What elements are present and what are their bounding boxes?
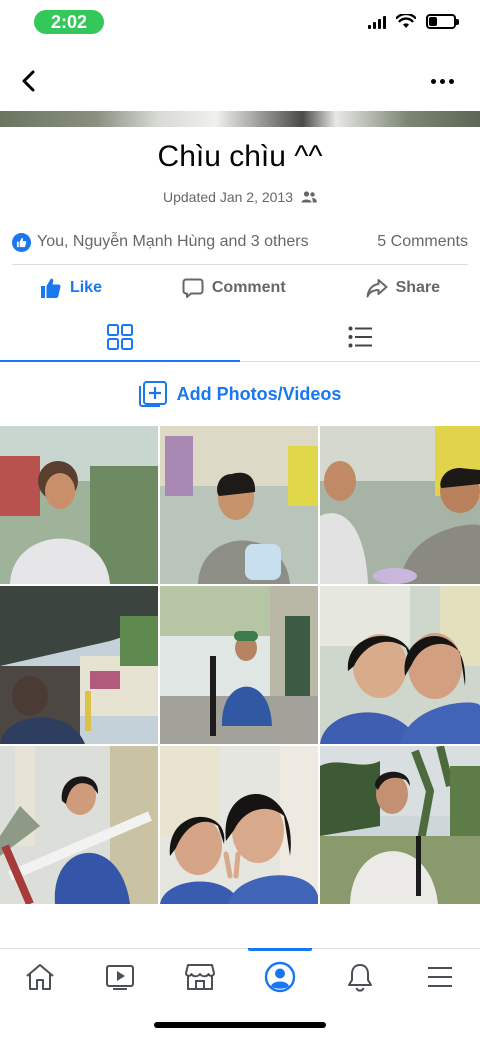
share-icon: [366, 279, 388, 298]
tab-menu[interactable]: [400, 949, 480, 1004]
hamburger-menu-icon: [428, 966, 452, 987]
photo-man-in-white-shirt[interactable]: [320, 746, 480, 904]
list-view-icon: [348, 326, 372, 347]
bell-icon: [348, 963, 372, 992]
reactions-summary[interactable]: You, Nguyễn Mạnh Hùng and 3 others 5 Com…: [12, 230, 468, 254]
tab-home[interactable]: [0, 949, 80, 1004]
view-mode-tabs: [0, 312, 480, 362]
add-media-icon: [138, 381, 167, 407]
photo-two-girls-selfie[interactable]: [320, 586, 480, 744]
friends-privacy-icon: [301, 191, 317, 203]
status-time: 2:02: [34, 10, 104, 34]
comment-label: Comment: [211, 279, 286, 296]
more-dots-icon: [430, 78, 436, 84]
divider: [12, 264, 468, 265]
tab-profile[interactable]: [240, 948, 320, 1004]
photo-boy-with-kettle[interactable]: [160, 426, 318, 584]
cellular-signal-icon: [368, 15, 386, 29]
photo-boy-eating-at-cafe[interactable]: [0, 426, 158, 584]
add-photos-videos-button[interactable]: Add Photos/Videos: [0, 378, 480, 410]
storefront-icon: [185, 963, 215, 990]
post-actions: Like Comment Share: [0, 266, 480, 310]
grid-view-icon: [107, 323, 133, 350]
photo-boys-at-table[interactable]: [320, 426, 480, 584]
like-label: Like: [69, 279, 102, 296]
album-cover-strip: [0, 111, 480, 127]
photo-grid: [0, 426, 480, 904]
home-indicator: [154, 1022, 326, 1028]
profile-icon: [264, 961, 296, 992]
tab-grid-view[interactable]: [0, 312, 240, 362]
tab-notifications[interactable]: [320, 949, 400, 1004]
album-meta: Updated Jan 2, 2013: [0, 189, 480, 205]
comment-icon: [182, 278, 204, 298]
like-reaction-icon: [12, 232, 31, 252]
battery-level: [429, 17, 438, 26]
like-button[interactable]: Like: [40, 277, 102, 299]
likers-text: You, Nguyễn Mạnh Hùng and 3 others: [37, 233, 309, 250]
tab-watch[interactable]: [80, 949, 160, 1004]
status-icons: [368, 14, 459, 29]
album-title: Chìu chìu ^^: [157, 140, 323, 173]
likes-summary[interactable]: You, Nguyễn Mạnh Hùng and 3 others: [12, 232, 309, 252]
tab-list-view[interactable]: [240, 312, 480, 361]
thumbs-up-icon: [40, 278, 61, 298]
share-label: Share: [395, 279, 441, 296]
add-photos-label: Add Photos/Videos: [176, 383, 342, 404]
video-play-icon: [106, 964, 134, 990]
battery-icon: [426, 14, 459, 29]
comment-button[interactable]: Comment: [182, 277, 286, 299]
photo-two-girls-peace-sign[interactable]: [160, 746, 318, 904]
photo-girl-on-balcony[interactable]: [0, 746, 158, 904]
wifi-icon: [396, 14, 416, 28]
bottom-tab-bar: [0, 948, 480, 1004]
photo-cafe-umbrella-street[interactable]: [0, 586, 158, 744]
comments-count[interactable]: 5 Comments: [377, 233, 468, 251]
share-button[interactable]: Share: [366, 277, 440, 299]
more-options-button[interactable]: [424, 66, 460, 96]
home-icon: [26, 963, 54, 990]
tab-marketplace[interactable]: [160, 949, 240, 1004]
back-button[interactable]: [14, 66, 44, 96]
album-updated-date: Updated Jan 2, 2013: [163, 189, 293, 205]
status-bar: 2:02: [0, 0, 480, 44]
photo-girl-waving-street[interactable]: [160, 586, 318, 744]
nav-bar: [0, 58, 480, 104]
back-arrow-icon: [22, 70, 35, 92]
